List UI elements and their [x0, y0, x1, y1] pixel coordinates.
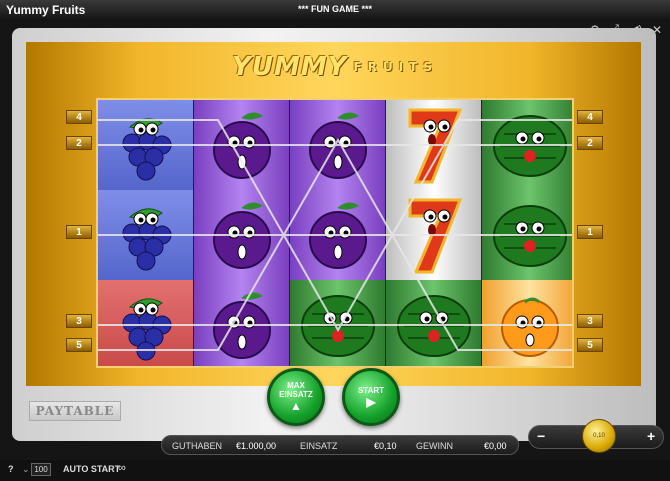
gewinn-value: €0,00: [484, 441, 507, 451]
arrow-right-icon: ▶: [366, 394, 376, 409]
payline-badge-right: 3: [577, 314, 603, 328]
help-button[interactable]: ?: [8, 464, 14, 474]
payline-badge-left: 1: [66, 225, 92, 239]
gewinn-label: GEWINN: [416, 441, 453, 451]
einsatz-value: €0,10: [374, 441, 397, 451]
max-einsatz-button[interactable]: MAX EINSATZ ▲: [267, 368, 325, 426]
payline-badge-left: 5: [66, 338, 92, 352]
info-bar: GUTHABEN €1.000,00 EINSATZ €0,10 GEWINN …: [161, 435, 519, 455]
payline-badge-right: 4: [577, 110, 603, 124]
payline-badge-left: 2: [66, 136, 92, 150]
payline-badge-right: 1: [577, 225, 603, 239]
paytable-button[interactable]: PAYTABLE: [29, 401, 121, 421]
title-bar: Yummy Fruits *** FUN GAME ***: [0, 0, 670, 21]
guthaben-label: GUTHABEN: [172, 441, 223, 451]
arrow-up-icon: ▲: [290, 399, 302, 413]
payline-badge-right: 5: [577, 338, 603, 352]
start-button[interactable]: START ▶: [342, 368, 400, 426]
game-stage: ⚙ ⤢ ◀) ✕ YUMMYFRUITS: [0, 21, 670, 481]
bet-coin[interactable]: 0,10: [582, 419, 616, 453]
bet-increase-button[interactable]: +: [647, 428, 655, 444]
payline-badge-right: 2: [577, 136, 603, 150]
bottom-bar: ? ⌄ 100 AUTO START ∞: [0, 460, 670, 481]
logo-fruits: FRUITS: [353, 60, 438, 74]
autostart-label[interactable]: AUTO START: [63, 464, 120, 474]
autostart-count-field[interactable]: 100: [31, 463, 51, 476]
guthaben-value: €1.000,00: [236, 441, 277, 451]
logo-yummy: YUMMY: [232, 52, 348, 82]
game-mode-label: *** FUN GAME ***: [297, 4, 372, 14]
max-label: MAX: [287, 381, 305, 390]
paylines-overlay: [98, 119, 572, 351]
einsatz-label: EINSATZ: [279, 390, 313, 399]
infinity-icon[interactable]: ∞: [118, 462, 126, 474]
payline-badge-left: 4: [66, 110, 92, 124]
chevron-down-icon[interactable]: ⌄: [22, 464, 30, 475]
start-label: START: [357, 385, 385, 395]
game-logo: YUMMY FRUITS: [0, 52, 670, 82]
reel-area: [96, 98, 574, 368]
einsatz-label: EINSATZ: [300, 441, 338, 451]
payline-badge-left: 3: [66, 314, 92, 328]
bet-decrease-button[interactable]: −: [537, 428, 545, 444]
